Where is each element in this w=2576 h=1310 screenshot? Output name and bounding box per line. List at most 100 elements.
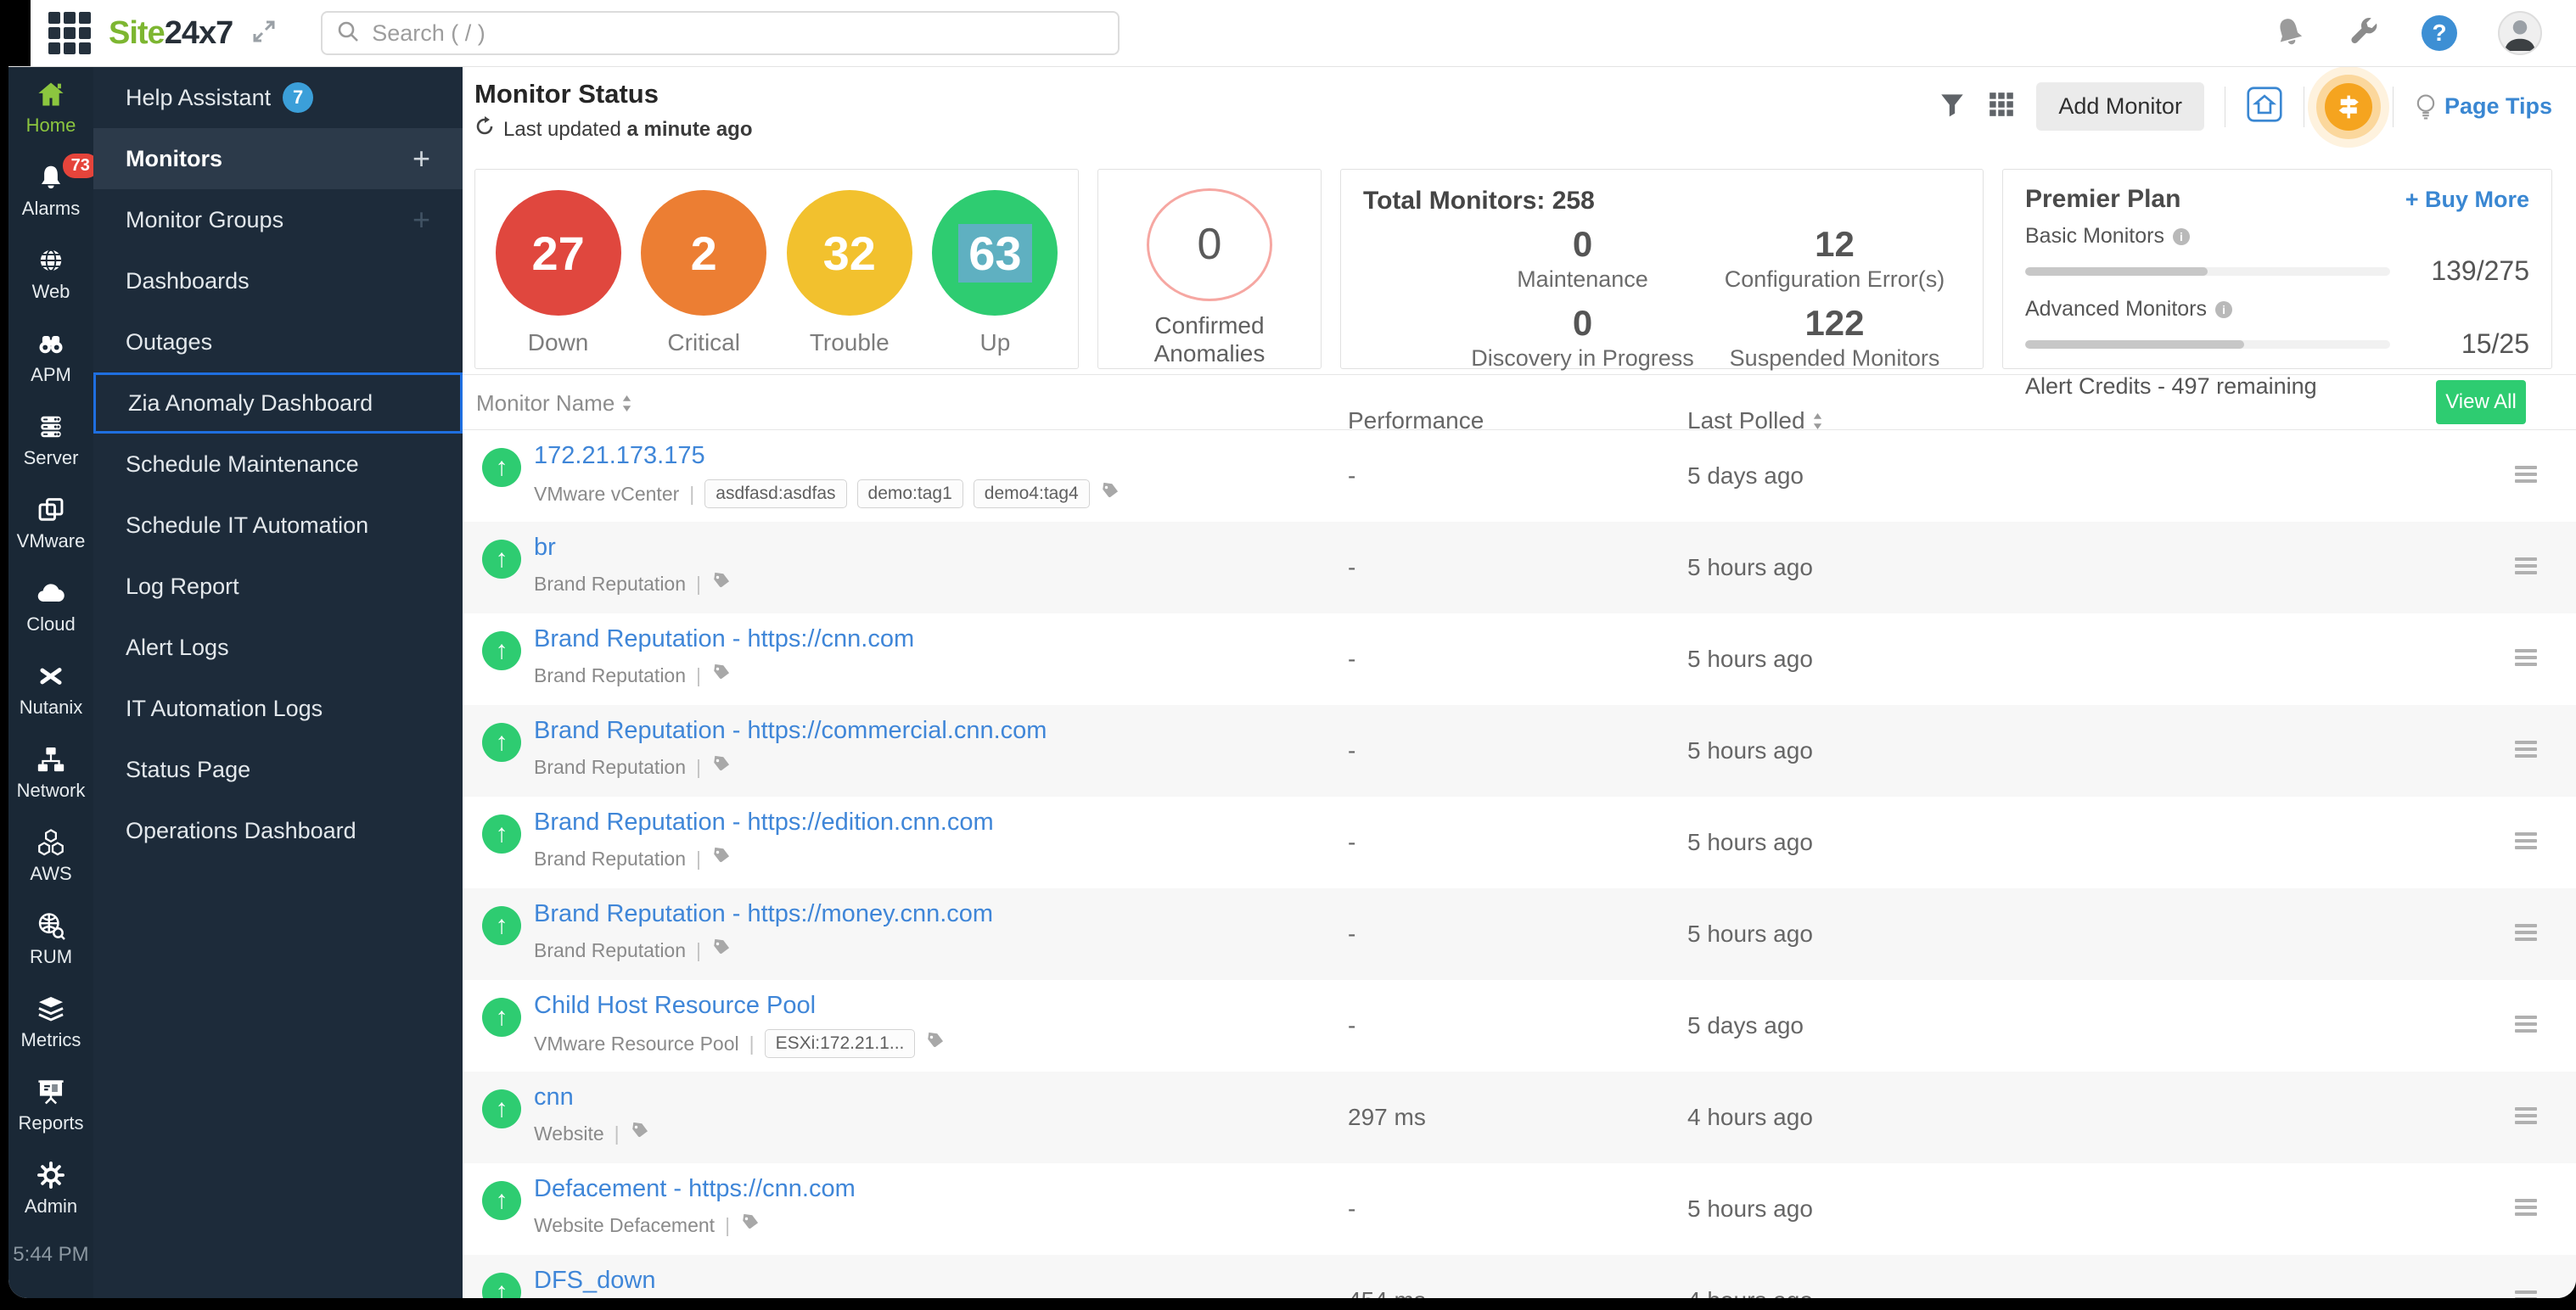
rail-item-network[interactable]: Network [17,744,85,802]
sidebar-item-schedule-it-automation[interactable]: Schedule IT Automation [93,495,463,556]
page-tips[interactable]: Page Tips [2414,92,2552,121]
status-up-icon: ↑ [482,1181,521,1220]
row-menu-icon[interactable] [2515,1290,2537,1298]
sidebar-item-it-automation-logs[interactable]: IT Automation Logs [93,678,463,739]
monitor-name-link[interactable]: cnn [534,1083,574,1111]
monitor-type: Brand Reputation [534,663,687,686]
row-menu-icon[interactable] [2515,1199,2537,1219]
sidebar-item-monitor-groups[interactable]: Monitor Groups + [93,189,463,250]
row-menu-icon[interactable] [2515,1107,2537,1128]
sidebar-item-zia-anomaly-dashboard[interactable]: Zia Anomaly Dashboard [93,372,463,434]
total-stat: 0 Maintenance [1456,224,1709,293]
notifications-bell-icon[interactable] [2272,14,2306,53]
monitor-row: ↑ 172.21.173.175 VMware vCenter | asdfasd… [463,430,2576,522]
monitor-name-link[interactable]: br [534,534,556,562]
tag-icon[interactable] [711,754,732,780]
view-all-button[interactable]: View All [2436,380,2526,424]
row-menu-icon[interactable] [2515,924,2537,944]
last-polled-value: 5 days ago [1687,1012,1804,1038]
sidebar-item-label: Zia Anomaly Dashboard [128,389,373,416]
tag-icon[interactable] [711,571,732,596]
monitor-name-link[interactable]: Brand Reputation - https://cnn.com [534,625,914,653]
row-menu-icon[interactable] [2515,832,2537,853]
status-circle-up[interactable]: 63 Up [932,190,1058,356]
row-menu-icon[interactable] [2515,741,2537,761]
help-icon[interactable]: ? [2422,15,2457,51]
meter-value: 15/25 [2461,328,2529,359]
add-icon[interactable]: + [412,141,430,176]
row-menu-icon[interactable] [2515,1016,2537,1036]
tag-icon[interactable] [925,1031,946,1056]
status-circle-down[interactable]: 27 Down [495,190,621,356]
row-menu-icon[interactable] [2515,557,2537,578]
sidebar-item-log-report[interactable]: Log Report [93,556,463,617]
row-menu-icon[interactable] [2515,466,2537,486]
tag-icon[interactable] [711,663,732,688]
sidebar-item-help-assistant[interactable]: Help Assistant 7 [93,67,463,128]
tag-icon[interactable] [1100,481,1120,507]
buy-more-link[interactable]: + Buy More [2405,187,2529,213]
sidebar-item-monitors[interactable]: Monitors + [93,128,463,189]
app-grid-icon[interactable] [42,6,97,60]
rail-item-nutanix[interactable]: Nutanix [17,661,86,719]
monitor-name-link[interactable]: Brand Reputation - https://money.cnn.com [534,900,993,928]
add-icon[interactable]: + [412,202,430,238]
rail-item-aws[interactable]: AWS [17,827,86,885]
tag-icon[interactable] [711,938,732,963]
monitor-name-link[interactable]: 172.21.173.175 [534,442,705,470]
monitor-name-link[interactable]: Defacement - https://cnn.com [534,1175,856,1203]
status-circle-critical[interactable]: 2 Critical [641,190,767,356]
column-monitor-name[interactable]: Monitor Name [476,390,632,417]
tools-wrench-icon[interactable] [2347,14,2381,53]
rail-item-rum[interactable]: RUM [17,910,86,968]
rail-item-cloud[interactable]: Cloud [17,578,86,635]
search-input[interactable] [370,19,1105,48]
tag-pill: demo4:tag4 [973,479,1090,508]
status-circle-trouble[interactable]: 32 Trouble [786,190,912,356]
globe-icon [36,245,66,276]
rail-item-alarms[interactable]: 73 Alarms [17,154,98,220]
monitor-name-link[interactable]: Child Host Resource Pool [534,992,816,1020]
rail-item-label: Cloud [26,613,76,635]
sidebar-item-alert-logs[interactable]: Alert Logs [93,617,463,678]
guided-tour-signpost-icon[interactable] [2324,82,2372,131]
rail-item-admin[interactable]: Admin [17,1160,86,1218]
meter-label: Basic Monitors [2025,224,2164,248]
sidebar-item-schedule-maintenance[interactable]: Schedule Maintenance [93,434,463,495]
refresh-icon[interactable] [474,116,495,143]
user-avatar[interactable] [2498,11,2542,55]
filter-icon[interactable] [1938,90,1967,123]
total-stat-value: 12 [1815,224,1855,264]
rail-item-vmware[interactable]: VMware [17,495,85,552]
sidebar-item-outages[interactable]: Outages [93,311,463,372]
rail-item-home[interactable]: Home [17,79,86,137]
sidebar-item-dashboards[interactable]: Dashboards [93,250,463,311]
last-polled-value: 5 hours ago [1687,1195,1813,1222]
monitor-name-link[interactable]: Brand Reputation - https://edition.cnn.c… [534,809,994,837]
expand-icon[interactable] [251,19,277,48]
monitor-table-header: Monitor Name Performance Last Polled Vie… [463,374,2576,434]
top-bar: Site24x7 ? [8,0,2576,67]
tag-icon[interactable] [630,1121,650,1146]
monitor-row: ↑ DFS_down 454 ms 4 hours ago [463,1255,2576,1298]
sidebar-item-status-page[interactable]: Status Page [93,739,463,800]
rail-item-metrics[interactable]: Metrics [17,994,86,1051]
tag-icon[interactable] [740,1212,760,1238]
monitor-name-link[interactable]: Brand Reputation - https://commercial.cn… [534,717,1047,745]
rail-item-apm[interactable]: APM [17,328,86,386]
global-search[interactable] [321,11,1120,55]
confirmed-anomalies-card[interactable]: 0 Confirmed Anomalies [1097,169,1322,369]
info-icon[interactable]: i [2172,227,2190,245]
add-monitor-button[interactable]: Add Monitor [2036,82,2204,131]
tag-icon[interactable] [711,846,732,871]
sidebar-item-operations-dashboard[interactable]: Operations Dashboard [93,800,463,861]
grid-view-icon[interactable] [1987,90,2016,123]
row-menu-icon[interactable] [2515,649,2537,669]
rail-item-web[interactable]: Web [17,245,86,303]
rail-item-server[interactable]: Server [17,411,86,469]
rail-item-reports[interactable]: Reports [17,1077,86,1134]
home-dashboard-icon[interactable] [2246,86,2283,127]
info-icon[interactable]: i [2215,300,2233,318]
performance-value: 297 ms [1348,1104,1426,1130]
monitor-name-link[interactable]: DFS_down [534,1267,655,1295]
